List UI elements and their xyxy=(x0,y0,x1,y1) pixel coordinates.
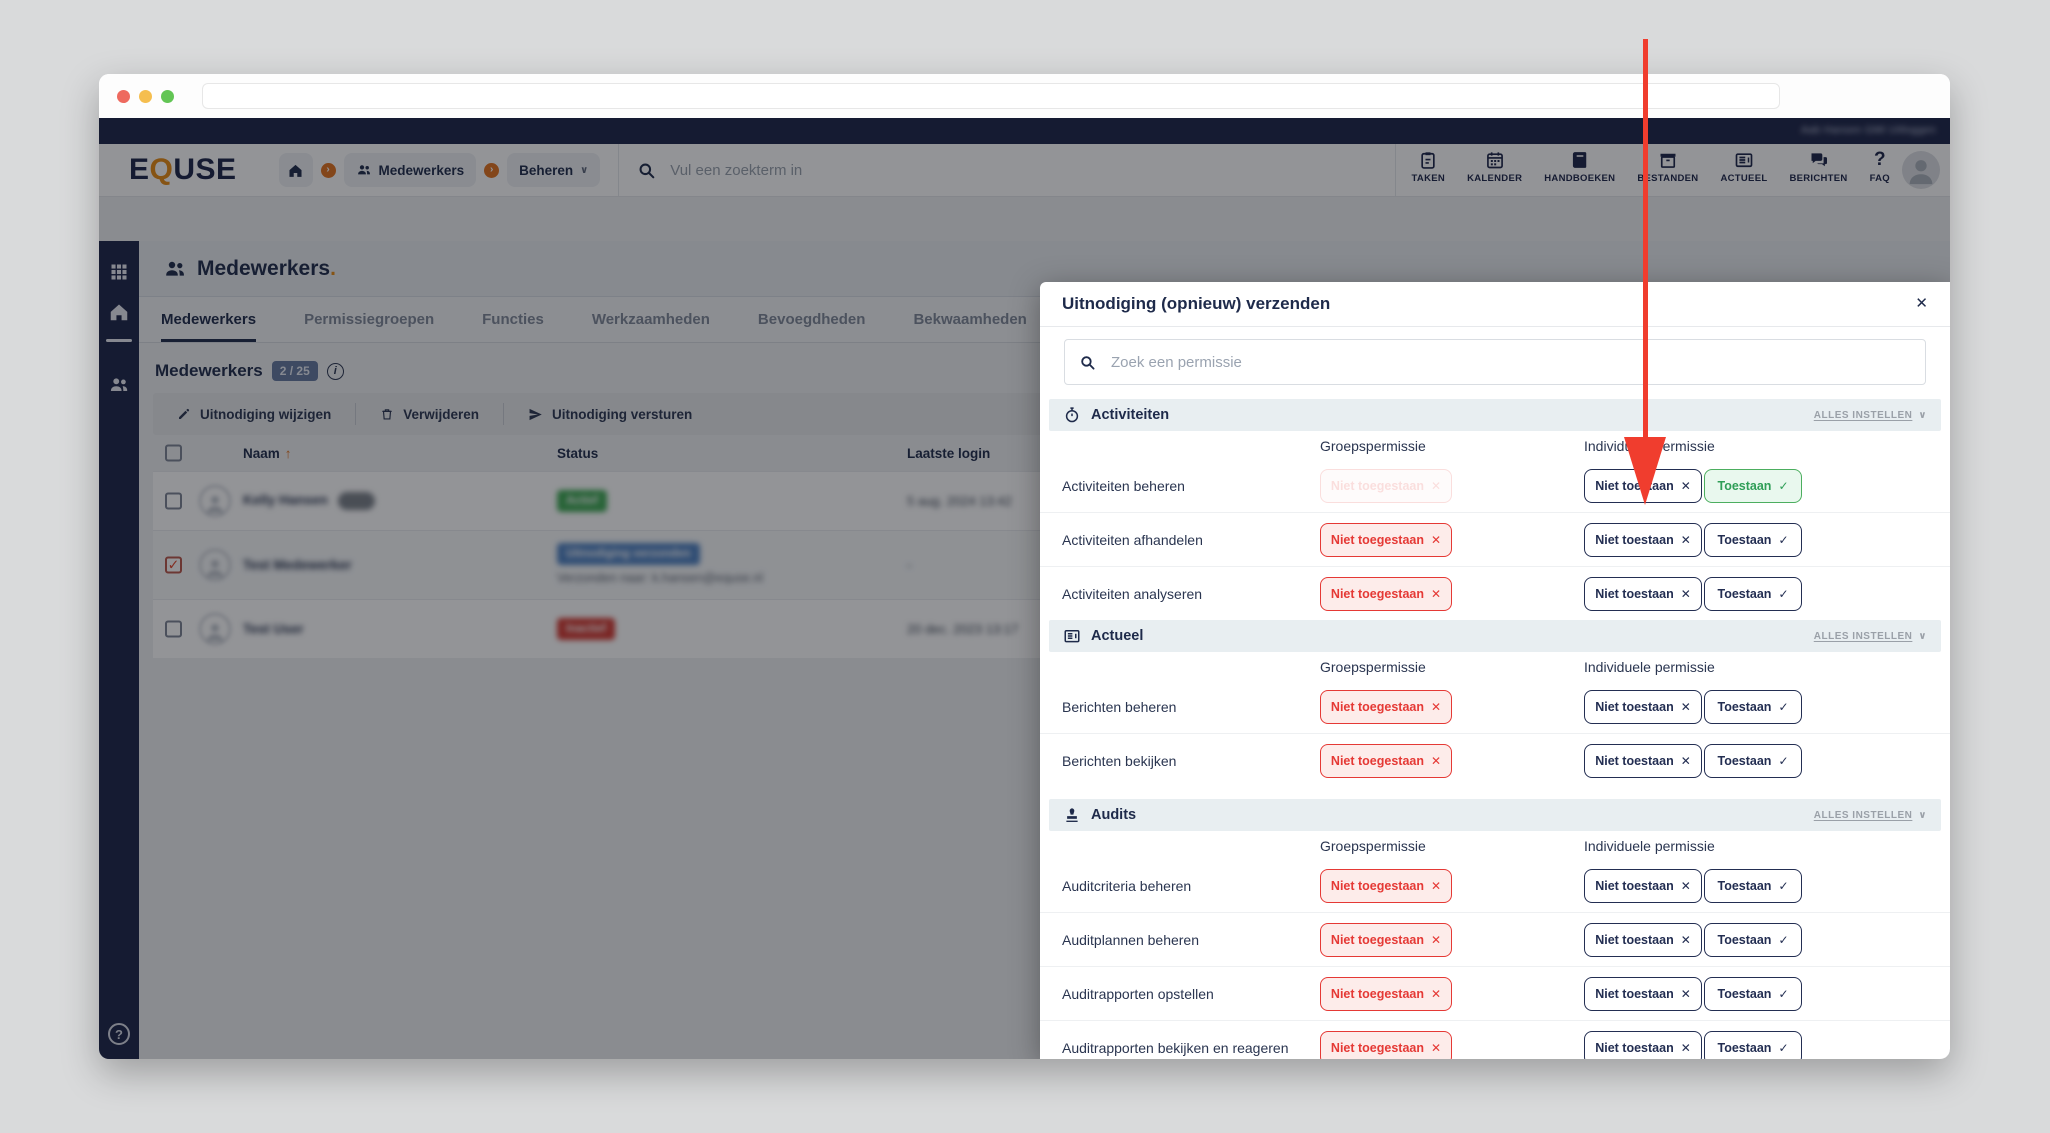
check-icon: ✓ xyxy=(1778,478,1789,493)
x-icon: ✕ xyxy=(1680,532,1691,547)
check-icon: ✓ xyxy=(1778,932,1789,947)
x-icon: ✕ xyxy=(1431,1040,1442,1055)
deny-button[interactable]: Niet toestaan ✕ xyxy=(1584,576,1702,611)
group-permission-badge: Niet toegestaan ✕ xyxy=(1320,922,1452,957)
allow-button[interactable]: Toestaan ✓ xyxy=(1704,976,1802,1011)
close-icon[interactable]: ✕ xyxy=(1915,294,1928,312)
permission-search xyxy=(1064,339,1926,385)
x-icon: ✕ xyxy=(1680,753,1691,768)
permission-row: Berichten beheren Niet toegestaan ✕ Niet … xyxy=(1040,680,1950,733)
permission-column-headers: Groepspermissie Individuele permissie xyxy=(1320,838,1715,854)
check-icon: ✓ xyxy=(1778,699,1789,714)
allow-button[interactable]: Toestaan ✓ xyxy=(1704,689,1802,724)
set-all-link[interactable]: ALLES INSTELLEN ∨ xyxy=(1814,631,1927,642)
browser-window: Aab Hansen GMI Uitloggen EQUSE › Medewer… xyxy=(99,74,1950,1059)
group-permission-badge: Niet toegestaan ✕ xyxy=(1320,868,1452,903)
allow-button[interactable]: Toestaan ✓ xyxy=(1704,1030,1802,1059)
x-icon: ✕ xyxy=(1680,986,1691,1001)
check-icon: ✓ xyxy=(1778,878,1789,893)
modal-title: Uitnodiging (opnieuw) verzenden xyxy=(1062,294,1331,313)
allow-button[interactable]: Toestaan ✓ xyxy=(1704,576,1802,611)
permission-row: Activiteiten analyseren Niet toegestaan ✕… xyxy=(1040,566,1950,620)
deny-button[interactable]: Niet toestaan ✕ xyxy=(1584,1030,1702,1059)
window-controls xyxy=(117,89,174,103)
search-icon xyxy=(1079,354,1096,371)
newspaper-icon xyxy=(1063,627,1081,645)
chevron-down-icon: ∨ xyxy=(1918,809,1927,821)
chevron-down-icon: ∨ xyxy=(1918,409,1927,421)
group-permission-badge: Niet toegestaan ✕ xyxy=(1320,976,1452,1011)
check-icon: ✓ xyxy=(1778,753,1789,768)
section-audits: Audits ALLES INSTELLEN ∨ xyxy=(1049,799,1941,831)
permission-row: Auditrapporten bekijken en reageren Niet… xyxy=(1040,1020,1950,1059)
x-icon: ✕ xyxy=(1431,586,1442,601)
section-actueel: Actueel ALLES INSTELLEN ∨ xyxy=(1049,620,1941,652)
permission-row: Auditplannen beheren Niet toegestaan ✕ Ni… xyxy=(1040,912,1950,966)
permission-column-headers: Groepspermissie Individuele permissie xyxy=(1320,438,1715,454)
x-icon: ✕ xyxy=(1680,586,1691,601)
deny-button[interactable]: Niet toestaan ✕ xyxy=(1584,522,1702,557)
x-icon: ✕ xyxy=(1431,753,1442,768)
group-permission-badge: Niet toegestaan ✕ xyxy=(1320,522,1452,557)
allow-button[interactable]: Toestaan ✓ xyxy=(1704,868,1802,903)
check-icon: ✓ xyxy=(1778,986,1789,1001)
section-activiteiten: Activiteiten ALLES INSTELLEN ∨ xyxy=(1049,399,1941,431)
group-permission-badge: Niet toegestaan ✕ xyxy=(1320,576,1452,611)
allow-button[interactable]: Toestaan ✓ xyxy=(1704,522,1802,557)
stopwatch-icon xyxy=(1063,406,1081,424)
desktop: Aab Hansen GMI Uitloggen EQUSE › Medewer… xyxy=(0,0,2050,1133)
permission-row: Activiteiten beheren Niet toegestaan ✕ Ni… xyxy=(1040,459,1950,512)
x-icon: ✕ xyxy=(1431,478,1442,493)
x-icon: ✕ xyxy=(1680,1040,1691,1055)
x-icon: ✕ xyxy=(1680,878,1691,893)
stamp-icon xyxy=(1063,806,1081,824)
x-icon: ✕ xyxy=(1431,699,1442,714)
x-icon: ✕ xyxy=(1431,878,1442,893)
browser-chrome xyxy=(99,74,1950,118)
set-all-link[interactable]: ALLES INSTELLEN ∨ xyxy=(1814,810,1927,821)
deny-button[interactable]: Niet toestaan ✕ xyxy=(1584,468,1702,503)
group-permission-badge: Niet toegestaan ✕ xyxy=(1320,468,1452,503)
permission-row: Berichten bekijken Niet toegestaan ✕ Niet… xyxy=(1040,733,1950,787)
check-icon: ✓ xyxy=(1778,586,1789,601)
allow-button[interactable]: Toestaan ✓ xyxy=(1704,922,1802,957)
invitation-modal: Uitnodiging (opnieuw) verzenden ✕ Activi… xyxy=(1040,282,1950,1059)
deny-button[interactable]: Niet toestaan ✕ xyxy=(1584,922,1702,957)
maximize-window-button[interactable] xyxy=(161,89,174,103)
permission-column-headers: Groepspermissie Individuele permissie xyxy=(1320,659,1715,675)
deny-button[interactable]: Niet toestaan ✕ xyxy=(1584,868,1702,903)
group-permission-badge: Niet toegestaan ✕ xyxy=(1320,689,1452,724)
x-icon: ✕ xyxy=(1680,699,1691,714)
group-permission-badge: Niet toegestaan ✕ xyxy=(1320,1030,1452,1059)
minimize-window-button[interactable] xyxy=(139,89,152,103)
permission-row: Auditcriteria beheren Niet toegestaan ✕ N… xyxy=(1040,859,1950,912)
x-icon: ✕ xyxy=(1431,932,1442,947)
chevron-down-icon: ∨ xyxy=(1918,630,1927,642)
x-icon: ✕ xyxy=(1431,986,1442,1001)
deny-button[interactable]: Niet toestaan ✕ xyxy=(1584,743,1702,778)
x-icon: ✕ xyxy=(1680,932,1691,947)
set-all-link[interactable]: ALLES INSTELLEN ∨ xyxy=(1814,410,1927,421)
allow-button[interactable]: Toestaan ✓ xyxy=(1704,468,1802,503)
permission-search-input[interactable] xyxy=(1109,352,1911,372)
address-bar[interactable] xyxy=(202,83,1780,109)
deny-button[interactable]: Niet toestaan ✕ xyxy=(1584,976,1702,1011)
permission-row: Activiteiten afhandelen Niet toegestaan ✕… xyxy=(1040,512,1950,566)
close-window-button[interactable] xyxy=(117,89,130,103)
check-icon: ✓ xyxy=(1778,532,1789,547)
check-icon: ✓ xyxy=(1778,1040,1789,1055)
group-permission-badge: Niet toegestaan ✕ xyxy=(1320,743,1452,778)
x-icon: ✕ xyxy=(1680,478,1691,493)
permission-row: Auditrapporten opstellen Niet toegestaan… xyxy=(1040,966,1950,1020)
modal-header: Uitnodiging (opnieuw) verzenden ✕ xyxy=(1040,282,1950,327)
deny-button[interactable]: Niet toestaan ✕ xyxy=(1584,689,1702,724)
allow-button[interactable]: Toestaan ✓ xyxy=(1704,743,1802,778)
x-icon: ✕ xyxy=(1431,532,1442,547)
